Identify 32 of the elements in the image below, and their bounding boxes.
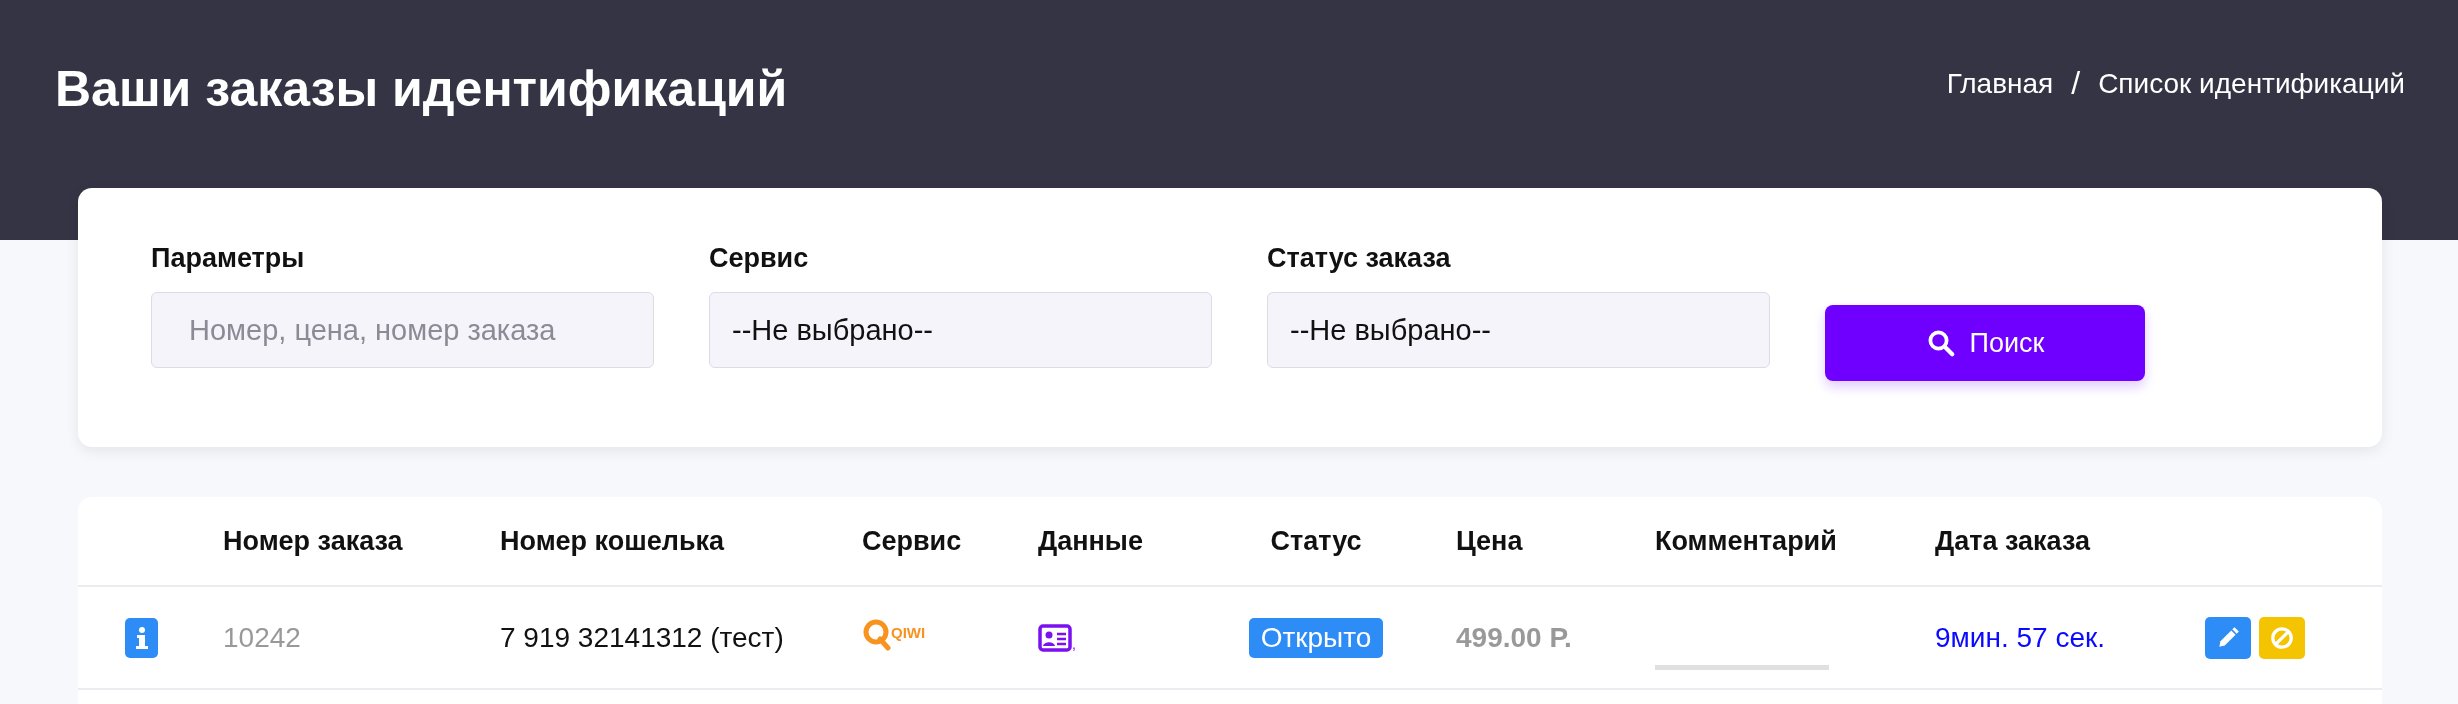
info-icon <box>134 625 149 650</box>
select-field[interactable]: --Не выбрано-- <box>1267 292 1770 368</box>
ban-icon <box>2269 624 2295 651</box>
filter-label: Статус заказа <box>1267 243 1452 274</box>
filter-label: Сервис <box>709 243 810 274</box>
column-header: Дата заказа <box>1935 525 2090 556</box>
breadcrumb-link[interactable]: Список идентификаций <box>2098 68 2405 100</box>
breadcrumb-separator: / <box>2071 68 2081 100</box>
order-number: 10242 <box>223 621 301 653</box>
filter-label: Параметры <box>151 243 306 274</box>
search-button[interactable]: Поиск <box>1825 305 2145 381</box>
id-card-icon[interactable] <box>1038 623 1072 652</box>
qiwi-logo: QIWI <box>862 617 938 651</box>
column-header: Цена <box>1456 525 1523 556</box>
search-field[interactable]: Номер, цена, номер заказа <box>151 292 654 368</box>
select-field[interactable]: --Не выбрано-- <box>709 292 1212 368</box>
info-button[interactable] <box>125 617 158 658</box>
column-header: Комментарий <box>1655 525 1837 556</box>
column-header: Данные <box>1038 525 1143 556</box>
order-date: 9мин. 57 сек. <box>1935 621 2105 653</box>
price: 499.00 Р. <box>1456 621 1572 653</box>
edit-button[interactable] <box>2205 616 2251 659</box>
column-header: Номер заказа <box>223 525 403 556</box>
search-icon <box>1925 328 1956 358</box>
column-header: Номер кошелька <box>500 525 725 556</box>
breadcrumb-link[interactable]: Главная <box>1946 68 2054 100</box>
column-header: Сервис <box>862 525 962 556</box>
column-header: Статус <box>1270 525 1362 557</box>
wallet-number: 7 919 32141312 (тест) <box>500 621 784 653</box>
data-separator: , <box>1072 635 1076 652</box>
status-badge: Открыто <box>1248 617 1384 658</box>
page-title: Ваши заказы идентификаций <box>55 60 788 118</box>
